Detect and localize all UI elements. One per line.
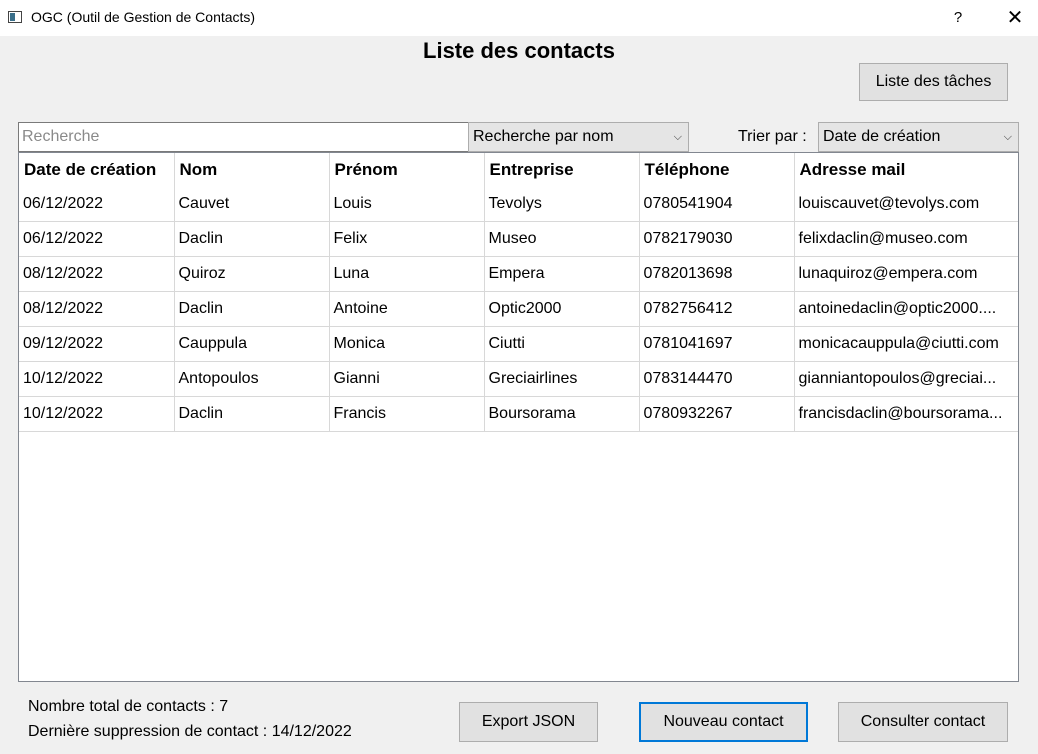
cell-telephone: 0783144470 [639, 361, 795, 397]
cell-entreprise: Museo [484, 221, 640, 257]
total-contacts-text: Nombre total de contacts : 7 [28, 698, 229, 715]
cell-prenom: Gianni [329, 361, 485, 397]
search-mode-dropdown[interactable]: Recherche par nom ⌵ [468, 122, 689, 152]
cell-email: louiscauvet@tevolys.com [794, 187, 1018, 222]
cell-telephone: 0782179030 [639, 221, 795, 257]
cell-date: 06/12/2022 [19, 221, 175, 257]
column-header-email[interactable]: Adresse mail [794, 153, 1018, 187]
app-icon [8, 11, 22, 23]
cell-telephone: 0782013698 [639, 256, 795, 292]
cell-nom: Daclin [174, 221, 330, 257]
table-row[interactable]: 08/12/2022 Quiroz Luna Empera 0782013698… [19, 256, 1018, 292]
column-header-date[interactable]: Date de création [19, 153, 175, 187]
title-bar: OGC (Outil de Gestion de Contacts) ? ✕ [0, 0, 1038, 36]
sort-label: Trier par : [738, 128, 807, 145]
sort-dropdown[interactable]: Date de création ⌵ [818, 122, 1019, 152]
column-header-nom[interactable]: Nom [174, 153, 330, 187]
cell-telephone: 0782756412 [639, 291, 795, 327]
cell-entreprise: Tevolys [484, 187, 640, 222]
new-contact-button[interactable]: Nouveau contact [639, 702, 808, 742]
cell-nom: Daclin [174, 291, 330, 327]
cell-date: 08/12/2022 [19, 291, 175, 327]
cell-nom: Cauvet [174, 187, 330, 222]
table-row[interactable]: 09/12/2022 Cauppula Monica Ciutti 078104… [19, 326, 1018, 362]
window-title: OGC (Outil de Gestion de Contacts) [31, 9, 256, 25]
cell-entreprise: Greciairlines [484, 361, 640, 397]
cell-date: 06/12/2022 [19, 187, 175, 222]
view-contact-button[interactable]: Consulter contact [838, 702, 1008, 742]
table-row[interactable]: 06/12/2022 Daclin Felix Museo 0782179030… [19, 221, 1018, 257]
cell-nom: Antopoulos [174, 361, 330, 397]
cell-email: francisdaclin@boursorama... [794, 396, 1018, 432]
table-row[interactable]: 10/12/2022 Daclin Francis Boursorama 078… [19, 396, 1018, 432]
cell-nom: Cauppula [174, 326, 330, 362]
chevron-down-icon: ⌵ [673, 131, 682, 143]
cell-nom: Quiroz [174, 256, 330, 292]
table-header-row: Date de création Nom Prénom Entreprise T… [19, 153, 1018, 187]
table-row[interactable]: 08/12/2022 Daclin Antoine Optic2000 0782… [19, 291, 1018, 327]
cell-prenom: Felix [329, 221, 485, 257]
task-list-button[interactable]: Liste des tâches [859, 63, 1008, 101]
cell-email: gianniantopoulos@greciai... [794, 361, 1018, 397]
search-input[interactable] [18, 122, 469, 152]
column-header-entreprise[interactable]: Entreprise [484, 153, 640, 187]
cell-prenom: Louis [329, 187, 485, 222]
cell-telephone: 0781041697 [639, 326, 795, 362]
last-deletion-text: Dernière suppression de contact : 14/12/… [28, 723, 352, 740]
cell-entreprise: Optic2000 [484, 291, 640, 327]
contact-stats: Nombre total de contacts : 7 Dernière su… [28, 694, 352, 744]
search-mode-value: Recherche par nom [473, 128, 614, 145]
cell-entreprise: Ciutti [484, 326, 640, 362]
cell-nom: Daclin [174, 396, 330, 432]
cell-entreprise: Boursorama [484, 396, 640, 432]
cell-date: 10/12/2022 [19, 396, 175, 432]
cell-prenom: Monica [329, 326, 485, 362]
cell-prenom: Antoine [329, 291, 485, 327]
cell-email: felixdaclin@museo.com [794, 221, 1018, 257]
cell-prenom: Francis [329, 396, 485, 432]
cell-telephone: 0780932267 [639, 396, 795, 432]
chevron-down-icon: ⌵ [1003, 131, 1012, 143]
cell-entreprise: Empera [484, 256, 640, 292]
cell-email: antoinedaclin@optic2000.... [794, 291, 1018, 327]
cell-email: monicacauppula@ciutti.com [794, 326, 1018, 362]
help-button[interactable]: ? [944, 6, 972, 30]
table-row[interactable]: 10/12/2022 Antopoulos Gianni Greciairlin… [19, 361, 1018, 397]
close-button[interactable]: ✕ [998, 4, 1032, 32]
export-json-button[interactable]: Export JSON [459, 702, 598, 742]
cell-date: 09/12/2022 [19, 326, 175, 362]
cell-email: lunaquiroz@empera.com [794, 256, 1018, 292]
cell-prenom: Luna [329, 256, 485, 292]
cell-telephone: 0780541904 [639, 187, 795, 222]
cell-date: 08/12/2022 [19, 256, 175, 292]
column-header-telephone[interactable]: Téléphone [639, 153, 795, 187]
table-row[interactable]: 06/12/2022 Cauvet Louis Tevolys 07805419… [19, 187, 1018, 222]
sort-value: Date de création [823, 128, 941, 145]
column-header-prenom[interactable]: Prénom [329, 153, 485, 187]
page-title: Liste des contacts [423, 38, 615, 63]
cell-date: 10/12/2022 [19, 361, 175, 397]
contacts-table[interactable]: Date de création Nom Prénom Entreprise T… [18, 152, 1019, 682]
